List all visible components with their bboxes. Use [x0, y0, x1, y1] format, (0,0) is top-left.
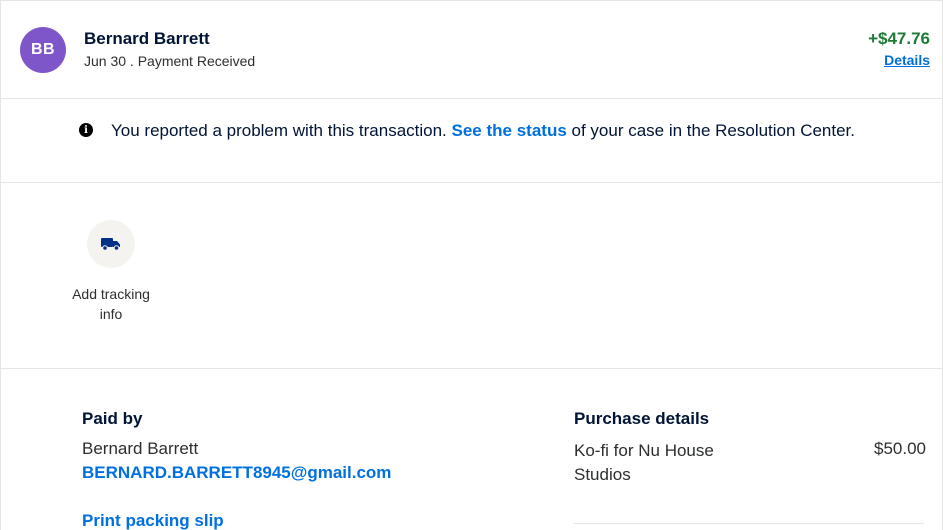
purchase-details-title: Purchase details	[574, 409, 710, 428]
payer-name: Bernard Barrett	[84, 29, 210, 48]
add-tracking-label[interactable]: Add tracking info	[71, 284, 151, 324]
see-status-link[interactable]: See the status	[452, 121, 567, 140]
transaction-card: BB Bernard Barrett Jun 30 . Payment Rece…	[0, 0, 943, 530]
notice-text-before: You reported a problem with this transac…	[111, 121, 452, 140]
notice-text-after: of your case in the Resolution Center.	[566, 121, 856, 140]
truck-icon	[101, 238, 120, 251]
purchase-item-name: Ko-fi for Nu House Studios	[574, 441, 714, 484]
details-section: Paid by Bernard Barrett BERNARD.BARRETT8…	[1, 369, 942, 530]
transaction-header: BB Bernard Barrett Jun 30 . Payment Rece…	[1, 1, 942, 99]
paid-by-name: Bernard Barrett	[82, 439, 199, 458]
notice-text: You reported a problem with this transac…	[111, 119, 901, 143]
paid-by-email-link[interactable]: BERNARD.BARRETT8945@gmail.com	[82, 463, 391, 483]
add-tracking-button[interactable]	[87, 220, 135, 268]
transaction-date-status: Jun 30 . Payment Received	[84, 53, 256, 69]
print-packing-slip-link[interactable]: Print packing slip	[82, 511, 224, 530]
details-link[interactable]: Details	[884, 52, 930, 68]
divider	[574, 523, 924, 524]
problem-notice: i You reported a problem with this trans…	[1, 99, 942, 183]
avatar: BB	[20, 27, 66, 73]
transaction-amount: +$47.76	[868, 29, 930, 48]
purchase-item-price: $50.00	[874, 439, 926, 458]
paid-by-title: Paid by	[82, 409, 143, 428]
tracking-section: Add tracking info	[1, 183, 942, 369]
info-icon: i	[79, 123, 93, 137]
